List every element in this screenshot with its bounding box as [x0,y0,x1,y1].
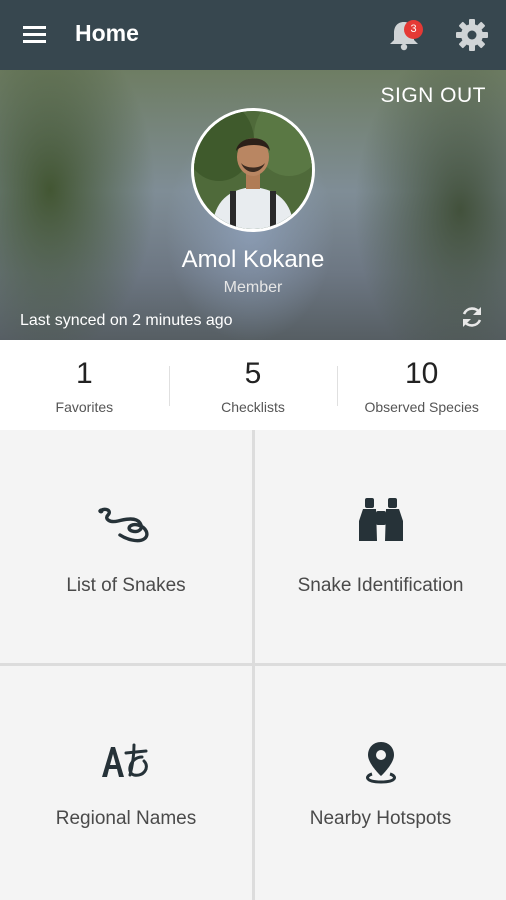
avatar[interactable] [191,108,315,232]
user-name: Amol Kokane [181,246,325,273]
translate-icon [100,741,152,786]
menu-icon[interactable] [20,21,50,49]
tile-nearby-hotspots[interactable]: Nearby Hotspots [255,666,506,900]
feature-grid: List of Snakes Snake Identification Regi… [0,430,506,900]
tile-snake-identification[interactable]: Snake Identification [255,430,506,663]
stat-value: 1 [75,357,93,390]
stat-value: 10 [404,357,439,390]
sign-out-button[interactable]: SIGN OUT [380,84,486,108]
tile-label: List of Snakes [66,575,186,596]
app-bar: Home 3 [0,0,506,70]
stat-label: Favorites [55,399,114,415]
tile-label: Snake Identification [297,575,464,596]
snake-icon [96,505,156,550]
user-role: Member [223,279,283,296]
stat-favorites[interactable]: 1 Favorites [0,340,169,430]
gear-icon[interactable] [454,17,490,53]
tile-label: Regional Names [55,808,197,829]
tile-list-of-snakes[interactable]: List of Snakes [0,430,252,663]
notification-badge: 3 [404,20,423,39]
page-title: Home [75,20,139,46]
last-synced-text: Last synced on 2 minutes ago [20,312,233,329]
profile-header: SIGN OUT Amol Kokane Member Last synced … [0,70,506,340]
stat-label: Checklists [221,399,285,415]
sync-icon[interactable] [458,303,486,331]
stat-checklists[interactable]: 5 Checklists [168,340,338,430]
stat-observed-species[interactable]: 10 Observed Species [337,340,506,430]
stat-value: 5 [244,357,262,390]
binoculars-icon [357,495,405,548]
tile-regional-names[interactable]: Regional Names [0,666,252,900]
location-pin-icon [363,740,399,789]
tile-label: Nearby Hotspots [309,808,452,829]
stat-label: Observed Species [364,399,479,415]
stats-row: 1 Favorites 5 Checklists 10 Observed Spe… [0,340,506,430]
